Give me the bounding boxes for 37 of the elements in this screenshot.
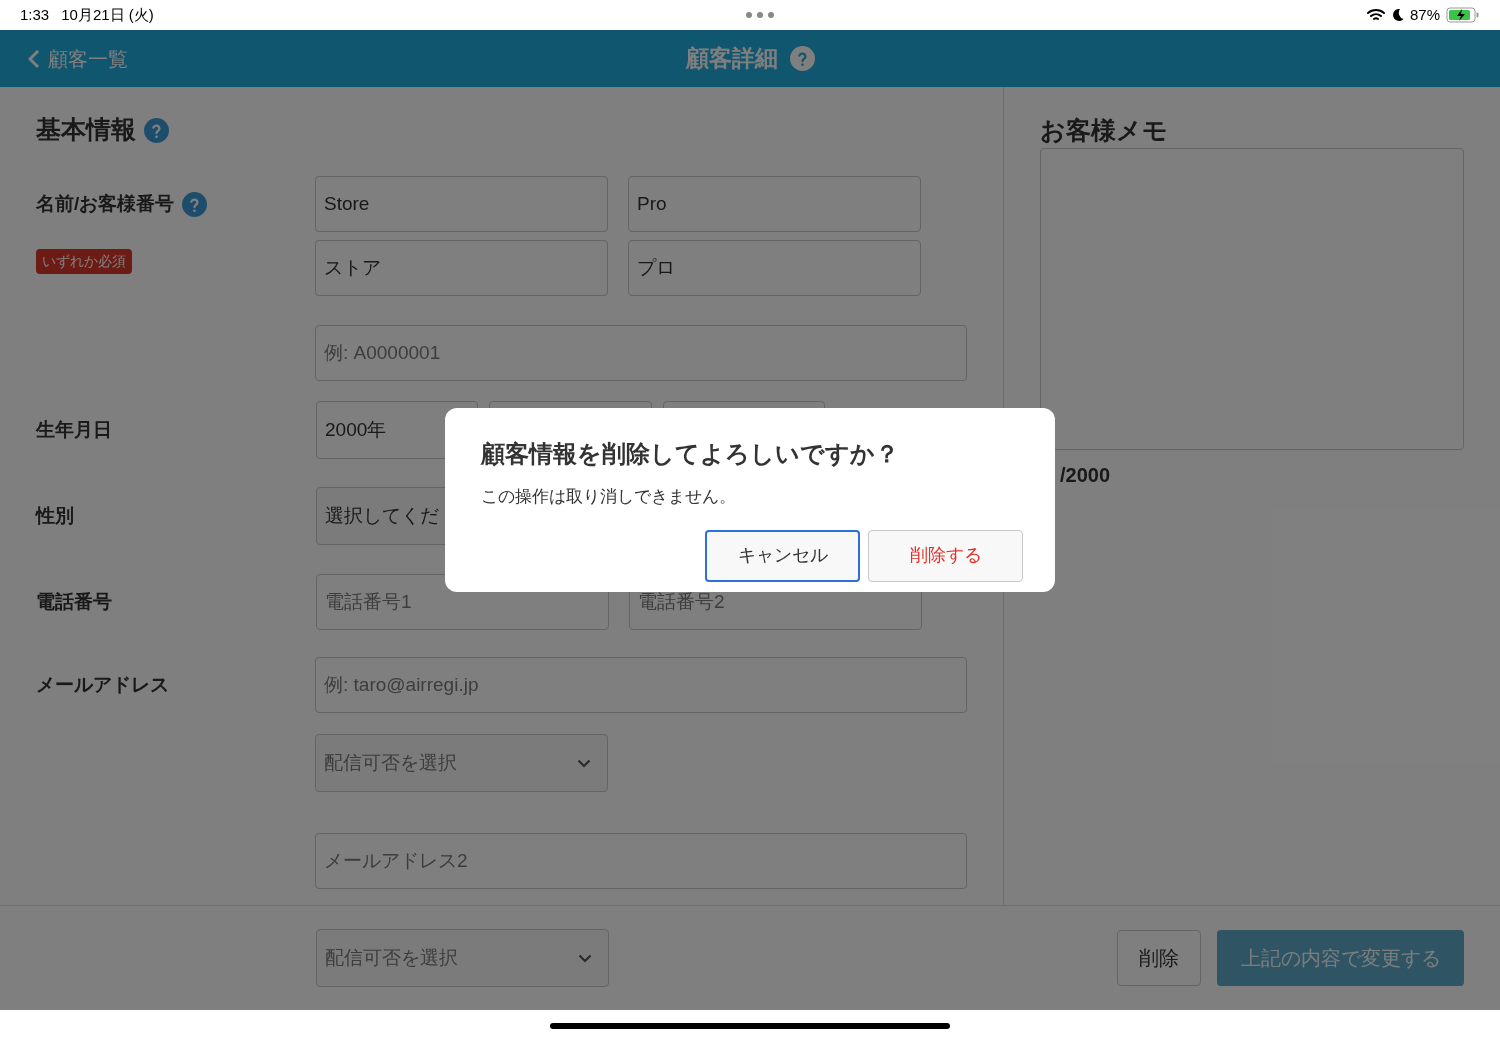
chevron-down-icon — [577, 758, 591, 768]
help-icon[interactable] — [182, 191, 208, 217]
text-field[interactable]: Pro — [628, 176, 921, 232]
page-title: 顧客詳細 — [685, 44, 778, 74]
delete-confirm-button[interactable]: 削除する — [868, 529, 1023, 582]
memo-title: お客様メモ — [1040, 115, 1169, 145]
text-field[interactable]: Store — [315, 176, 608, 232]
more-dots-icon — [746, 12, 775, 18]
dialog-message: この操作は取り消しできません。 — [481, 486, 737, 508]
select-field[interactable]: 配信可否を選択 — [316, 929, 609, 987]
cancel-button[interactable]: キャンセル — [705, 529, 860, 582]
required-badge: いずれか必須 — [36, 248, 132, 274]
character-counter: /2000 — [1060, 463, 1112, 488]
field-label: 性別 — [36, 504, 74, 526]
text-field[interactable]: メールアドレス2 — [315, 833, 967, 889]
chevron-down-icon — [578, 953, 592, 963]
battery-percent: 87% — [1409, 4, 1440, 25]
field-label: 電話番号 — [36, 590, 112, 612]
battery-charging-icon — [1446, 7, 1480, 23]
status-time: 1:33 — [20, 4, 50, 25]
text-field[interactable]: 例: A0000001 — [315, 325, 967, 381]
help-icon[interactable] — [789, 46, 815, 71]
field-label: 名前/お客様番号 — [36, 192, 175, 216]
field-label: 生年月日 — [36, 418, 112, 440]
moon-icon — [1390, 8, 1404, 22]
wifi-icon — [1366, 8, 1385, 22]
select-field[interactable]: 配信可否を選択 — [315, 734, 608, 792]
dialog-title: 顧客情報を削除してよろしいですか？ — [481, 439, 900, 469]
text-field[interactable]: プロ — [628, 240, 921, 296]
help-icon[interactable] — [144, 117, 169, 143]
text-field[interactable]: ストア — [315, 240, 608, 296]
field-label: メールアドレス — [36, 674, 169, 695]
status-date: 10月21日 (火) — [61, 4, 154, 25]
text-field[interactable]: 例: taro@airregi.jp — [315, 657, 967, 713]
section-title: 基本情報 — [36, 114, 136, 146]
chevron-left-icon — [28, 48, 40, 69]
delete-button[interactable]: 削除 — [1117, 930, 1201, 986]
